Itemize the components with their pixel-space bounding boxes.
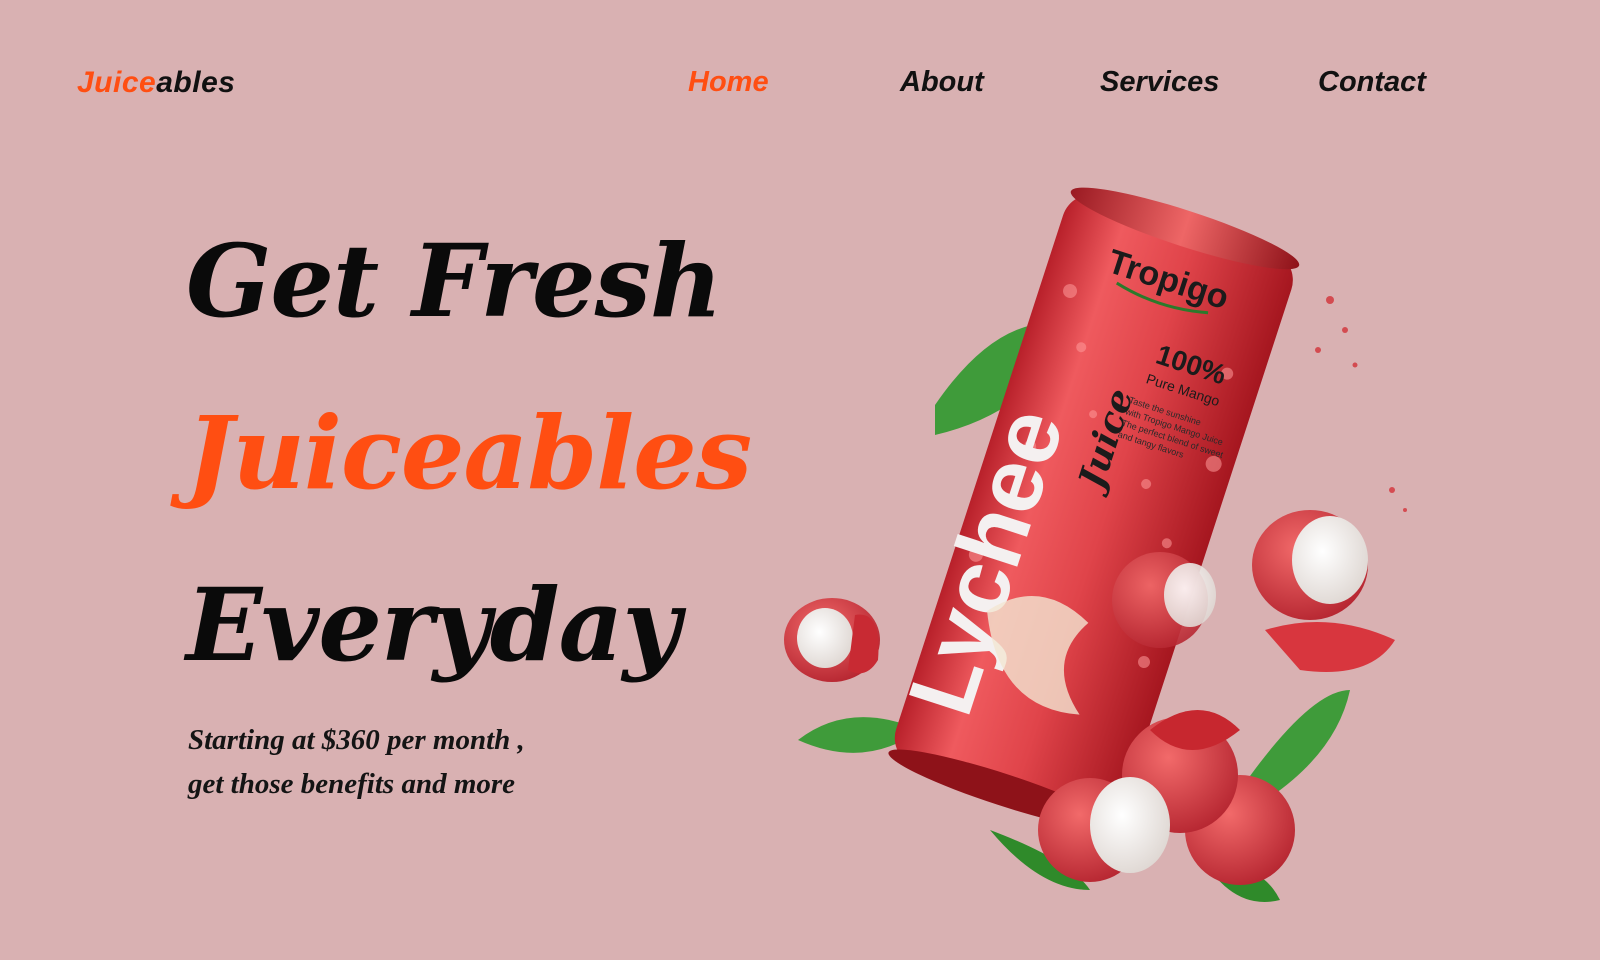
product-image: Tropigo 100% Pure Mango Taste the sunshi…	[770, 170, 1430, 930]
nav-about[interactable]: About	[900, 66, 984, 99]
main-nav: Home About Services Contact	[0, 66, 1600, 106]
hero-headline: Get Fresh Juiceables Everyday	[186, 195, 752, 711]
hero-subtitle: Starting at $360 per month , get those b…	[188, 718, 525, 806]
nav-services[interactable]: Services	[1100, 66, 1219, 99]
lychee-right	[1252, 510, 1395, 672]
nav-home[interactable]: Home	[688, 66, 769, 99]
nav-contact[interactable]: Contact	[1318, 66, 1426, 99]
hero-subtitle-line-2: get those benefits and more	[188, 768, 516, 800]
hero-line-2: Juiceables	[186, 394, 752, 512]
lychee-left	[784, 598, 880, 682]
hero-line-3: Everyday	[186, 566, 681, 684]
hero-line-1: Get Fresh	[186, 222, 723, 340]
juice-can: Tropigo 100% Pure Mango Taste the sunshi…	[888, 187, 1300, 830]
hero-subtitle-line-1: Starting at $360 per month ,	[188, 724, 525, 756]
